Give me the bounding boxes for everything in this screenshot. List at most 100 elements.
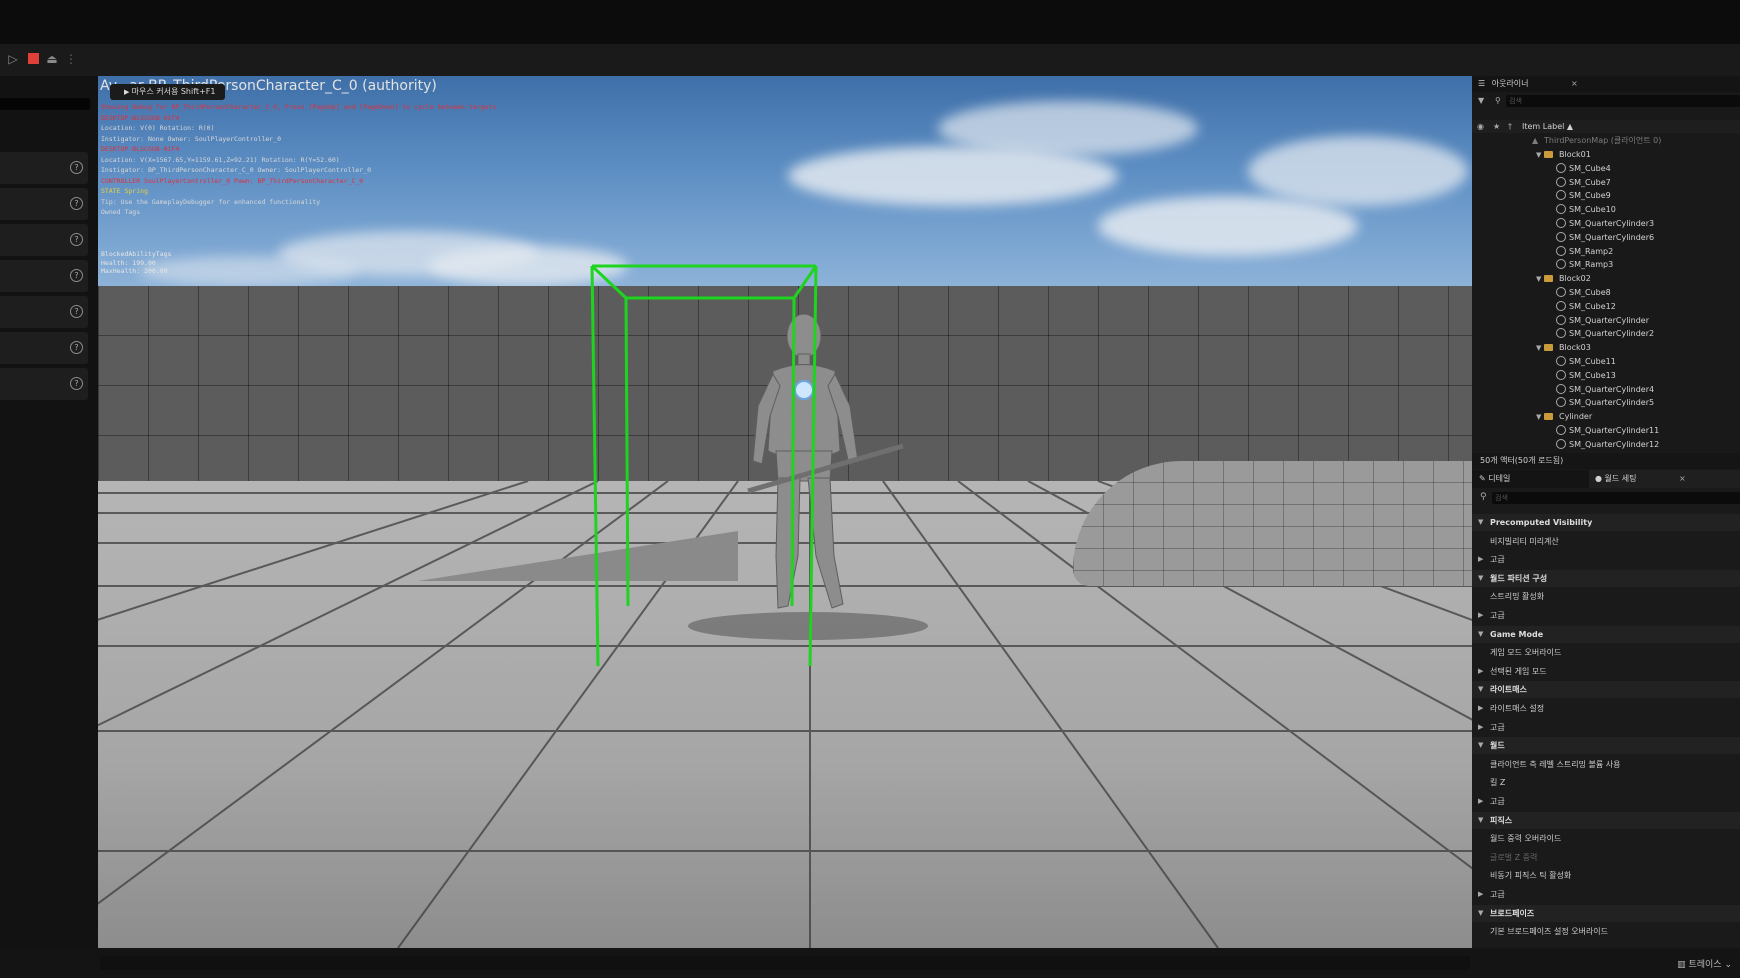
chevron-right-icon[interactable]: ▶ <box>1478 886 1483 903</box>
details-label: 월드 중력 오버라이드 <box>1490 834 1562 844</box>
chevron-down-icon[interactable]: ▼ <box>1478 905 1483 922</box>
details-panel: ✎ 디테일 ● 월드 세팅 × ⚲ 검색 ▼ Precomputed Visibil… <box>1472 470 1740 948</box>
pencil-icon: ✎ <box>1479 474 1486 483</box>
outliner-item-label: SM_Cube11 <box>1569 357 1616 366</box>
outliner-item[interactable]: SM_Cube9 <box>1472 189 1740 202</box>
star-icon[interactable]: ★ <box>1493 120 1500 133</box>
details-property[interactable]: 비지빌리티 미리계산 <box>1472 533 1740 550</box>
details-property[interactable]: ▶ 라이트매스 설정 <box>1472 700 1740 717</box>
stop-icon[interactable] <box>26 52 40 66</box>
details-property[interactable]: ▶ 고급 <box>1472 607 1740 624</box>
left-panel-row[interactable]: ? <box>0 332 88 364</box>
details-property[interactable]: 클라이언트 측 레벨 스트리밍 볼륨 사용 <box>1472 756 1740 773</box>
details-search-input[interactable]: 검색 <box>1492 492 1740 504</box>
help-icon[interactable]: ? <box>70 161 83 174</box>
outliner-map-row[interactable]: ▲ ThirdPersonMap (클라이언트 0) <box>1472 134 1740 147</box>
outliner-item[interactable]: SM_QuarterCylinder4 <box>1472 383 1740 396</box>
outliner-item[interactable]: SM_Cube11 <box>1472 355 1740 368</box>
outliner-item[interactable]: SM_QuarterCylinder5 <box>1472 396 1740 409</box>
outliner-item[interactable]: ▼ Block01 <box>1472 148 1740 161</box>
left-panel-row[interactable]: ? <box>0 224 88 256</box>
outliner-item[interactable]: SM_Cube4 <box>1472 162 1740 175</box>
chevron-down-icon[interactable]: ▼ <box>1478 681 1483 698</box>
details-category[interactable]: ▼ 피직스 <box>1472 811 1740 829</box>
details-property[interactable]: ▶ 고급 <box>1472 719 1740 736</box>
details-property[interactable]: 게임 모드 오버라이드 <box>1472 644 1740 661</box>
outliner-item[interactable]: SM_Cube12 <box>1472 300 1740 313</box>
details-property[interactable]: 스트리밍 활성화 <box>1472 588 1740 605</box>
help-icon[interactable]: ? <box>70 233 83 246</box>
details-category[interactable]: ▼ 브로드페이즈 <box>1472 904 1740 922</box>
chevron-right-icon[interactable]: ▶ <box>1478 700 1483 717</box>
pin-icon[interactable]: † <box>1508 120 1512 133</box>
help-icon[interactable]: ? <box>70 269 83 282</box>
chevron-down-icon[interactable]: ▼ <box>1478 737 1483 754</box>
left-panel-row[interactable]: ? <box>0 188 88 220</box>
chevron-down-icon[interactable]: ▼ <box>1478 812 1483 829</box>
details-category[interactable]: ▼ 월드 파티션 구성 <box>1472 569 1740 587</box>
help-icon[interactable]: ? <box>70 341 83 354</box>
eject-icon[interactable]: ⏏ <box>45 52 59 66</box>
outliner-item[interactable]: SM_Cube13 <box>1472 369 1740 382</box>
left-panel-row[interactable]: ? <box>0 260 88 292</box>
outliner-item[interactable]: SM_Ramp2 <box>1472 245 1740 258</box>
play-icon[interactable]: ▷ <box>6 52 20 66</box>
left-panel-row[interactable]: ? <box>0 152 88 184</box>
details-property[interactable]: 글로벌 Z 중력 <box>1472 849 1740 866</box>
help-icon[interactable]: ? <box>70 197 83 210</box>
details-label: 비지빌리티 미리계산 <box>1490 536 1559 546</box>
outliner-item[interactable]: SM_QuarterCylinder3 <box>1472 217 1740 230</box>
chevron-right-icon[interactable]: ▶ <box>1478 719 1483 736</box>
help-icon[interactable]: ? <box>70 377 83 390</box>
left-panel-row[interactable]: ? <box>0 296 88 328</box>
outliner-item[interactable]: ▼ Block02 <box>1472 272 1740 285</box>
chevron-down-icon[interactable]: ▼ <box>1478 570 1483 587</box>
help-icon[interactable]: ? <box>70 305 83 318</box>
chevron-right-icon[interactable]: ▶ <box>1478 663 1483 680</box>
details-property[interactable]: 기본 브로드페이즈 설정 오버라이드 <box>1472 923 1740 940</box>
item-label-column[interactable]: Item Label ▲ <box>1522 120 1573 133</box>
filter-icon[interactable]: ▼ <box>1478 94 1484 107</box>
details-property[interactable]: 월드 중력 오버라이드 <box>1472 830 1740 847</box>
chevron-right-icon[interactable]: ▶ <box>1478 607 1483 624</box>
details-property[interactable]: ▶ 고급 <box>1472 886 1740 903</box>
details-property[interactable]: 킬 Z <box>1472 774 1740 791</box>
details-tab[interactable]: ✎ 디테일 <box>1479 470 1510 488</box>
trace-button[interactable]: ▥ 트레이스 ⌄ <box>1677 957 1732 970</box>
details-property[interactable]: ▶ 고급 <box>1472 551 1740 568</box>
details-category[interactable]: ▼ 월드 <box>1472 737 1740 755</box>
outliner-item[interactable]: ▼ Cylinder <box>1472 410 1740 423</box>
outliner-item[interactable]: SM_QuarterCylinder12 <box>1472 438 1740 451</box>
outliner-item[interactable]: SM_Cube10 <box>1472 203 1740 216</box>
chevron-down-icon[interactable]: ▼ <box>1478 626 1483 643</box>
outliner-item[interactable]: SM_Cube7 <box>1472 176 1740 189</box>
details-category[interactable]: ▼ Game Mode <box>1472 625 1740 643</box>
outliner-item[interactable]: ▼ Block03 <box>1472 341 1740 354</box>
outliner-item[interactable]: SM_QuarterCylinder <box>1472 314 1740 327</box>
world-settings-tab[interactable]: ● 월드 세팅 × <box>1589 470 1740 488</box>
game-viewport[interactable]: Av...ar BP_ThirdPersonCharacter_C_0 (aut… <box>98 76 1472 948</box>
outliner-item[interactable]: SM_Cube8 <box>1472 286 1740 299</box>
title-bar <box>0 0 1740 44</box>
more-icon[interactable]: ⋮ <box>64 52 78 66</box>
left-panel-row[interactable]: ? <box>0 368 88 400</box>
details-property[interactable]: 비동기 피직스 틱 활성화 <box>1472 867 1740 884</box>
close-icon[interactable]: × <box>1679 470 1686 488</box>
outliner-item[interactable]: SM_QuarterCylinder2 <box>1472 327 1740 340</box>
chevron-right-icon[interactable]: ▶ <box>1478 793 1483 810</box>
chevron-down-icon[interactable]: ▼ <box>1478 514 1483 531</box>
static-mesh-icon <box>1556 162 1570 175</box>
outliner-tab[interactable]: ☰ 아웃라이너 × <box>1472 76 1740 92</box>
details-category[interactable]: ▼ Precomputed Visibility <box>1472 514 1740 531</box>
visibility-icon[interactable]: ◉ <box>1477 120 1484 133</box>
outliner-search-input[interactable]: 검색 <box>1506 95 1740 107</box>
chevron-right-icon[interactable]: ▶ <box>1478 551 1483 568</box>
outliner-item[interactable]: SM_QuarterCylinder11 <box>1472 424 1740 437</box>
details-property[interactable]: ▶ 고급 <box>1472 793 1740 810</box>
close-icon[interactable]: × <box>1571 76 1578 92</box>
left-panel-input[interactable] <box>0 98 90 110</box>
outliner-item[interactable]: SM_Ramp3 <box>1472 258 1740 271</box>
details-category[interactable]: ▼ 라이트매스 <box>1472 681 1740 699</box>
details-property[interactable]: ▶ 선택된 게임 모드 <box>1472 663 1740 680</box>
outliner-item[interactable]: SM_QuarterCylinder6 <box>1472 231 1740 244</box>
